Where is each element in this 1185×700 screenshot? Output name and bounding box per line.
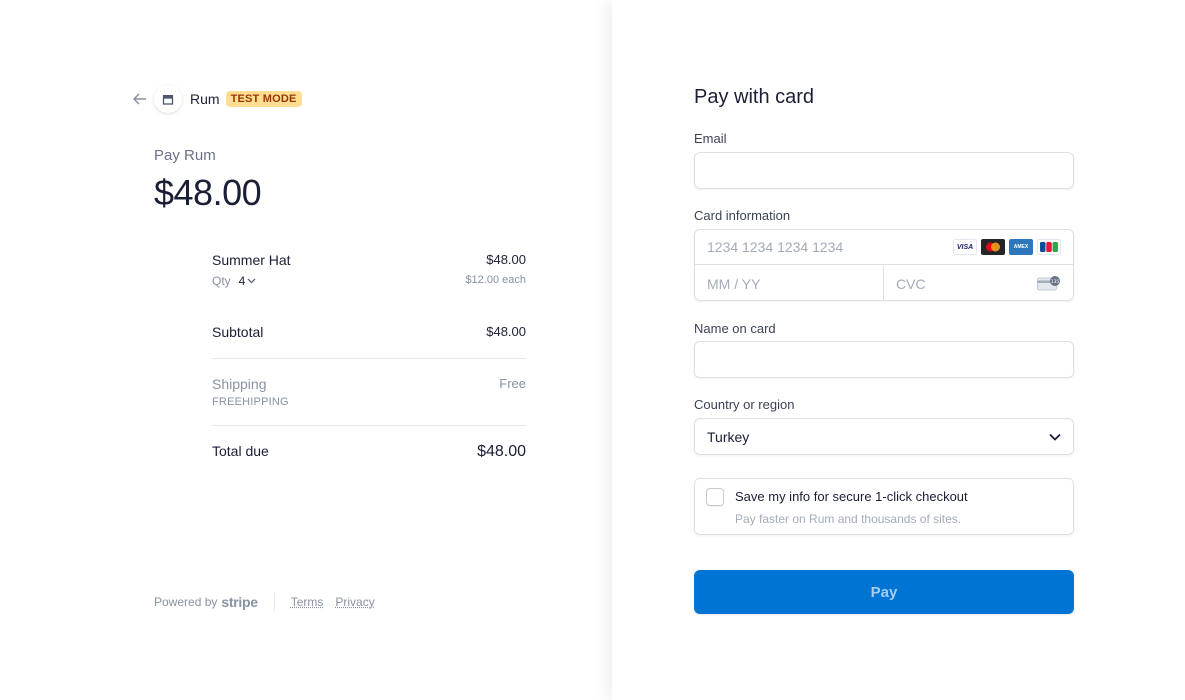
- country-value: Turkey: [707, 428, 750, 445]
- store-icon: [154, 85, 182, 113]
- save-info-checkbox[interactable]: [706, 488, 724, 506]
- save-info-subtitle: Pay faster on Rum and thousands of sites…: [735, 512, 962, 526]
- subtotal-row: Subtotal $48.00: [212, 324, 526, 340]
- amex-icon: AMEX: [1009, 239, 1033, 255]
- total-row: Total due $48.00: [212, 443, 526, 461]
- card-info-label: Card information: [694, 208, 791, 223]
- jcb-icon: [1037, 239, 1061, 255]
- powered-by-label: Powered by: [154, 595, 218, 609]
- qty-dropdown[interactable]: 4: [239, 274, 257, 288]
- unit-price: $12.00 each: [465, 274, 526, 286]
- card-number-wrapper: VISA AMEX: [695, 230, 1073, 265]
- divider: [212, 425, 526, 426]
- total-amount: $48.00: [154, 172, 262, 213]
- svg-text:135: 135: [1051, 279, 1060, 285]
- chevron-down-icon: [247, 278, 256, 284]
- pay-merchant-label: Pay Rum: [154, 147, 216, 164]
- terms-link[interactable]: Terms: [291, 595, 324, 609]
- footer: Powered by stripe Terms Privacy: [154, 593, 387, 611]
- name-on-card-label: Name on card: [694, 321, 776, 336]
- email-label: Email: [694, 131, 727, 146]
- quantity-selector: Qty 4: [212, 274, 256, 288]
- card-expiry-wrapper: [695, 266, 884, 301]
- subtotal-value: $48.00: [486, 324, 526, 339]
- name-on-card-field[interactable]: [695, 342, 1073, 377]
- qty-label: Qty: [212, 274, 231, 288]
- country-select[interactable]: Turkey: [694, 418, 1074, 455]
- card-brands: VISA AMEX: [953, 239, 1061, 255]
- save-info-box: Save my info for secure 1-click checkout…: [694, 478, 1074, 535]
- chevron-down-icon: [1049, 433, 1061, 441]
- card-expiry-input[interactable]: [695, 266, 883, 301]
- pay-button[interactable]: Pay: [694, 570, 1074, 614]
- cvc-card-icon: 135: [1037, 276, 1061, 297]
- merchant-header: Rum TEST MODE: [132, 85, 302, 113]
- country-label: Country or region: [694, 397, 795, 412]
- name-field-wrapper: [694, 341, 1074, 378]
- test-mode-badge: TEST MODE: [225, 91, 302, 107]
- mastercard-icon: [981, 239, 1005, 255]
- item-price: $48.00: [486, 252, 526, 267]
- save-info-title: Save my info for secure 1-click checkout: [735, 489, 968, 504]
- subtotal-label: Subtotal: [212, 324, 264, 340]
- visa-icon: VISA: [953, 239, 977, 255]
- qty-value: 4: [238, 274, 246, 288]
- line-item: Summer Hat $48.00 Qty 4 $12.00 each: [212, 252, 526, 288]
- stripe-logo[interactable]: stripe: [221, 594, 258, 610]
- form-title: Pay with card: [694, 86, 815, 108]
- back-arrow-icon[interactable]: [132, 91, 148, 107]
- email-field[interactable]: [695, 153, 1073, 188]
- total-value: $48.00: [477, 443, 526, 460]
- total-label: Total due: [212, 443, 269, 459]
- item-name: Summer Hat: [212, 252, 291, 268]
- card-info-group: VISA AMEX 135: [694, 229, 1074, 301]
- privacy-link[interactable]: Privacy: [335, 595, 374, 609]
- shipping-row: Shipping Free FREEHIPPING: [212, 376, 526, 408]
- shipping-label: Shipping: [212, 376, 267, 392]
- shipping-code: FREEHIPPING: [212, 396, 289, 408]
- divider: [212, 358, 526, 359]
- merchant-name: Rum: [190, 91, 220, 107]
- email-field-wrapper: [694, 152, 1074, 189]
- shipping-value: Free: [499, 376, 526, 391]
- footer-divider: [273, 593, 275, 611]
- card-cvc-wrapper: 135: [884, 266, 1073, 301]
